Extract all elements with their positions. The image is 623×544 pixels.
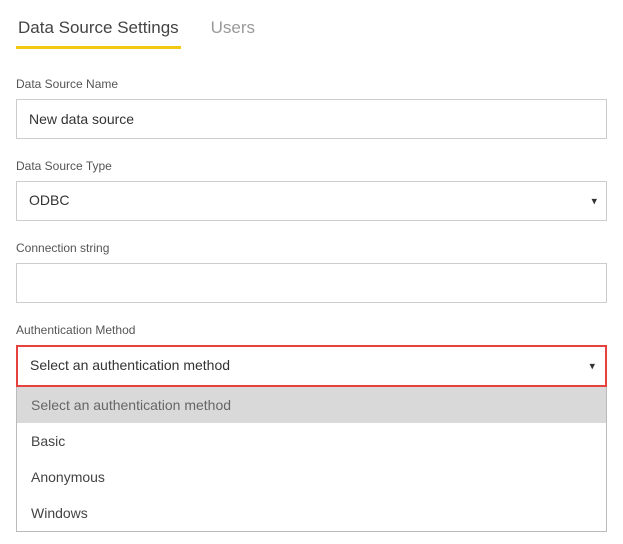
auth-option-placeholder[interactable]: Select an authentication method (17, 387, 606, 423)
auth-option-windows[interactable]: Windows (17, 495, 606, 531)
label-authentication-method: Authentication Method (16, 323, 607, 337)
field-connection-string: Connection string (16, 241, 607, 303)
auth-option-basic[interactable]: Basic (17, 423, 606, 459)
dropdown-authentication-method: Select an authentication method Basic An… (16, 387, 607, 532)
select-data-source-type[interactable]: ODBC (16, 181, 607, 221)
field-data-source-type: Data Source Type ODBC ▾ (16, 159, 607, 221)
tab-users[interactable]: Users (209, 12, 257, 48)
input-data-source-name[interactable] (16, 99, 607, 139)
field-authentication-method: Authentication Method Select an authenti… (16, 323, 607, 532)
label-data-source-name: Data Source Name (16, 77, 607, 91)
field-data-source-name: Data Source Name (16, 77, 607, 139)
select-authentication-method[interactable]: Select an authentication method (18, 347, 605, 385)
input-connection-string[interactable] (16, 263, 607, 303)
auth-option-anonymous[interactable]: Anonymous (17, 459, 606, 495)
tabs: Data Source Settings Users (16, 12, 607, 49)
label-data-source-type: Data Source Type (16, 159, 607, 173)
tab-data-source-settings[interactable]: Data Source Settings (16, 12, 181, 48)
label-connection-string: Connection string (16, 241, 607, 255)
